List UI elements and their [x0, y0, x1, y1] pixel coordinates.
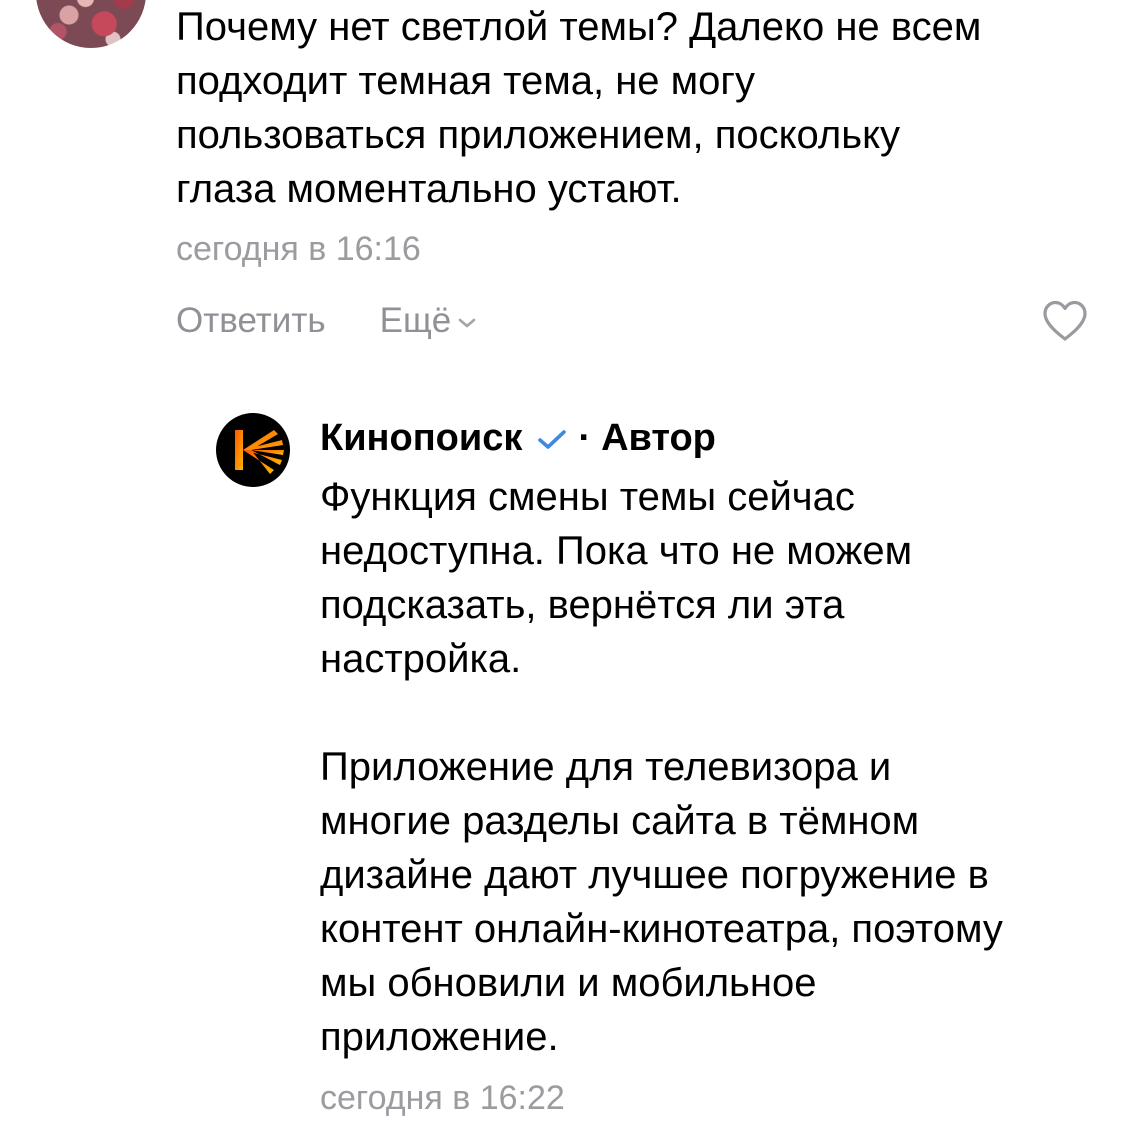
- heart-outline-icon[interactable]: [1041, 299, 1089, 343]
- author-separator: ·: [578, 416, 592, 459]
- comment-text: Почему нет светлой темы? Далеко не всем …: [176, 5, 982, 211]
- more-button[interactable]: Ещё: [380, 301, 478, 341]
- user-avatar[interactable]: [36, 0, 146, 48]
- more-label: Ещё: [379, 301, 452, 340]
- reply-text: Функция смены темы сейчас недоступна. По…: [320, 475, 1003, 1059]
- author-name[interactable]: Кинопоиск: [320, 417, 522, 460]
- reply-author-line: Кинопоиск · Автор: [320, 415, 716, 461]
- kinopoisk-logo-avatar[interactable]: [216, 413, 290, 487]
- reply-button[interactable]: Ответить: [176, 301, 326, 341]
- chevron-down-icon: [458, 318, 476, 328]
- verified-check-icon: [538, 430, 567, 449]
- comment-timestamp: сегодня в 16:16: [176, 230, 421, 268]
- comment-actions: Ответить Ещё: [176, 298, 477, 344]
- reply-timestamp: сегодня в 16:22: [320, 1079, 565, 1117]
- author-role-badge: Автор: [601, 416, 716, 459]
